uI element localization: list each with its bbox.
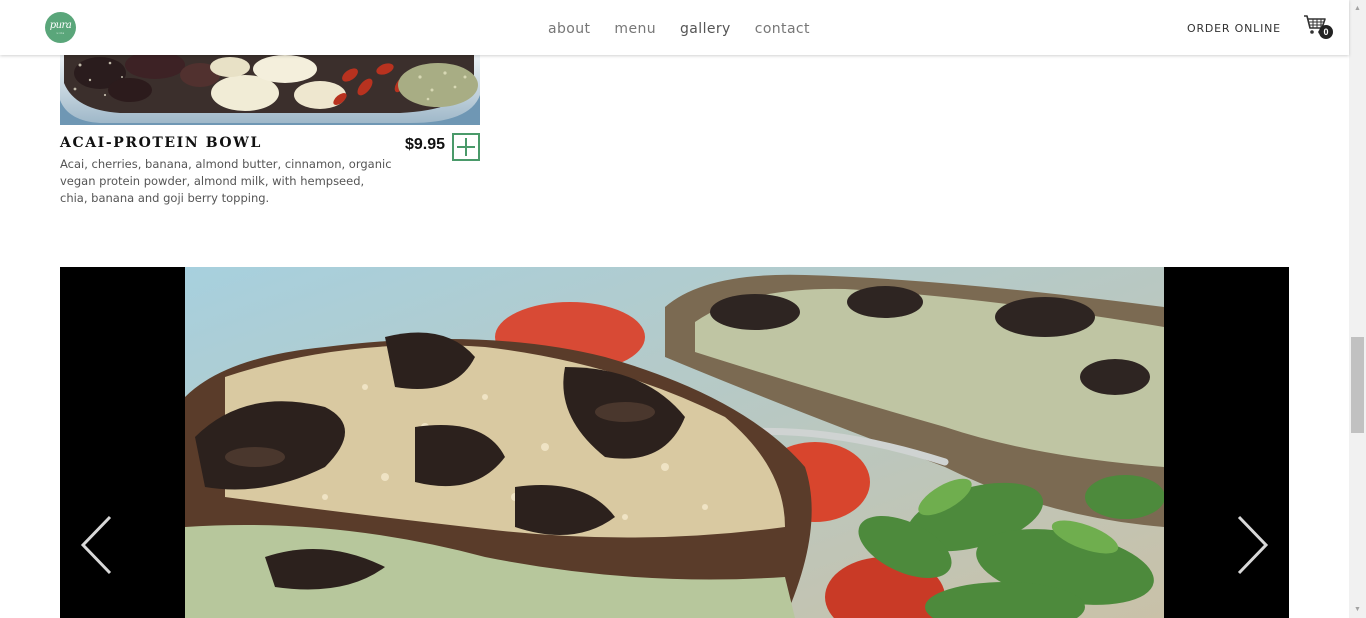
nav-link-menu[interactable]: menu — [614, 20, 656, 38]
chevron-left-icon — [80, 515, 112, 575]
menu-item-price: $9.95 — [405, 136, 446, 153]
plus-icon — [457, 138, 475, 156]
gallery-next-button[interactable] — [1235, 515, 1269, 575]
page-scrollbar[interactable]: ▲ ▼ — [1349, 0, 1366, 618]
logo-text: pura — [49, 19, 72, 31]
add-to-cart-button[interactable] — [452, 133, 480, 161]
main-nav: about menu gallery contact — [548, 20, 834, 38]
scroll-up-arrow-icon[interactable]: ▲ — [1349, 0, 1366, 17]
scrollbar-thumb[interactable] — [1351, 337, 1364, 433]
chevron-right-icon — [1237, 515, 1269, 575]
logo-subtext: vida — [56, 30, 65, 35]
nav-link-gallery[interactable]: gallery — [680, 20, 731, 38]
cart-count-badge: 0 — [1319, 25, 1333, 39]
site-header: pura vida about menu gallery contact ORD… — [0, 0, 1349, 55]
nav-link-about[interactable]: about — [548, 20, 590, 38]
order-online-link[interactable]: ORDER ONLINE — [1187, 22, 1281, 36]
gallery-slide-image — [185, 267, 1164, 618]
acai-bowl-photo — [60, 55, 480, 125]
nav-link-contact[interactable]: contact — [755, 20, 810, 38]
logo[interactable]: pura vida — [45, 12, 76, 43]
cart-button[interactable]: 0 — [1303, 14, 1333, 40]
menu-item-description: Acai, cherries, banana, almond butter, c… — [60, 157, 392, 205]
scroll-down-arrow-icon[interactable]: ▼ — [1349, 601, 1366, 618]
gallery-slider — [60, 267, 1289, 618]
menu-item-title: ACAI-PROTEIN BOWL — [60, 135, 262, 151]
gallery-prev-button[interactable] — [80, 515, 114, 575]
